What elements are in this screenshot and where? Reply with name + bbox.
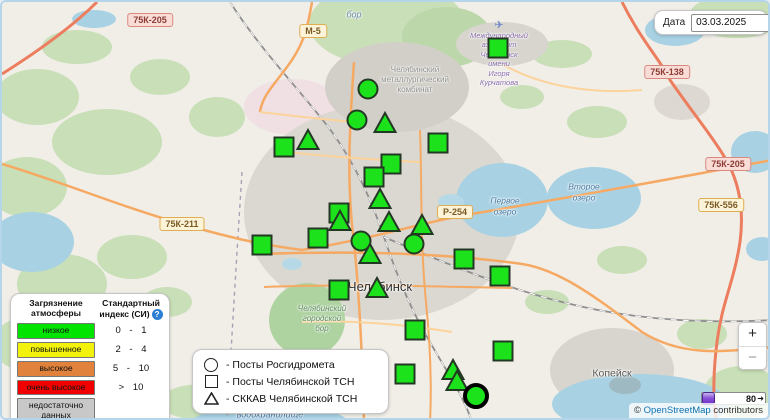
station-marker-triangle[interactable] [298, 130, 319, 149]
si-range: 5 - 10 [99, 363, 163, 374]
station-marker-square[interactable] [491, 267, 510, 286]
pollution-level-chip: повышенное [17, 342, 95, 358]
station-marker-square[interactable] [489, 39, 508, 58]
station-marker-circle[interactable] [359, 80, 378, 99]
air-quality-map-app: 75К-205М-575К-13875К-20575К-55675К-211Р-… [0, 0, 770, 420]
pollution-legend-panel: Загрязнение атмосферы Стандартный индекс… [10, 293, 170, 420]
station-legend-row: - Посты Росгидромета [203, 356, 378, 373]
station-marker-triangle[interactable] [375, 113, 396, 132]
station-marker-square[interactable] [253, 236, 272, 255]
si-legend-title: Стандартный индекс (СИ) [99, 298, 159, 319]
date-panel: Дата [654, 10, 768, 35]
pollution-level-row: очень высокое > 10 [17, 380, 163, 396]
zoom-out-button[interactable]: − [739, 346, 766, 370]
station-legend-label: - СККАВ Челябинской ТСН [226, 393, 357, 405]
si-range: 0 - 1 [99, 325, 163, 336]
osm-link[interactable]: OpenStreetMap [644, 405, 711, 416]
station-marker-circle[interactable] [405, 235, 424, 254]
station-marker-square[interactable] [365, 168, 384, 187]
station-marker-triangle[interactable] [367, 278, 388, 297]
pollution-level-chip: низкое [17, 323, 95, 339]
attribution: © OpenStreetMap contributors [629, 403, 768, 418]
zoom-control: + − [738, 322, 767, 370]
station-marker-square[interactable] [396, 365, 415, 384]
pollution-level-row: повышенное 2 - 4 [17, 342, 163, 358]
pollution-legend-title: Загрязнение атмосферы [17, 299, 95, 320]
slider-arrow-icon: ➜ [757, 395, 764, 403]
pollution-level-chip: очень высокое [17, 380, 95, 396]
date-input[interactable] [691, 14, 770, 32]
si-range: > 10 [99, 382, 163, 393]
pollution-level-row: недостаточно данных [17, 398, 163, 420]
station-marker-triangle[interactable] [379, 212, 400, 231]
pollution-level-row: высокое 5 - 10 [17, 361, 163, 377]
station-legend-label: - Посты Челябинской ТСН [226, 376, 354, 388]
pollution-level-row: низкое 0 - 1 [17, 323, 163, 339]
circle-symbol-icon [203, 358, 219, 372]
triangle-symbol-icon [203, 392, 219, 405]
station-marker-square[interactable] [275, 138, 294, 157]
station-legend-panel: - Посты Росгидромета - Посты Челябинской … [192, 349, 389, 414]
pollution-level-chip: высокое [17, 361, 95, 377]
date-label: Дата [663, 17, 685, 28]
station-marker-triangle[interactable] [370, 189, 391, 208]
station-legend-label: - Посты Росгидромета [226, 359, 335, 371]
station-legend-row: - Посты Челябинской ТСН [203, 373, 378, 390]
zoom-in-button[interactable]: + [739, 323, 766, 346]
station-marker-square[interactable] [494, 342, 513, 361]
station-marker-circle-selected[interactable] [465, 385, 487, 407]
station-marker-square[interactable] [429, 134, 448, 153]
station-legend-row: - СККАВ Челябинской ТСН [203, 390, 378, 407]
opacity-value: 80 [746, 394, 756, 404]
square-symbol-icon [203, 375, 219, 388]
station-marker-square[interactable] [406, 321, 425, 340]
help-icon[interactable]: ? [152, 309, 163, 320]
station-marker-square[interactable] [309, 229, 328, 248]
station-marker-triangle[interactable] [412, 215, 433, 234]
attribution-suffix: contributors [711, 405, 763, 416]
si-range: 2 - 4 [99, 344, 163, 355]
pollution-level-chip: недостаточно данных [17, 398, 95, 420]
station-marker-square[interactable] [330, 281, 349, 300]
station-marker-circle[interactable] [348, 111, 367, 130]
station-marker-square[interactable] [455, 250, 474, 269]
attribution-prefix: © [634, 405, 644, 416]
